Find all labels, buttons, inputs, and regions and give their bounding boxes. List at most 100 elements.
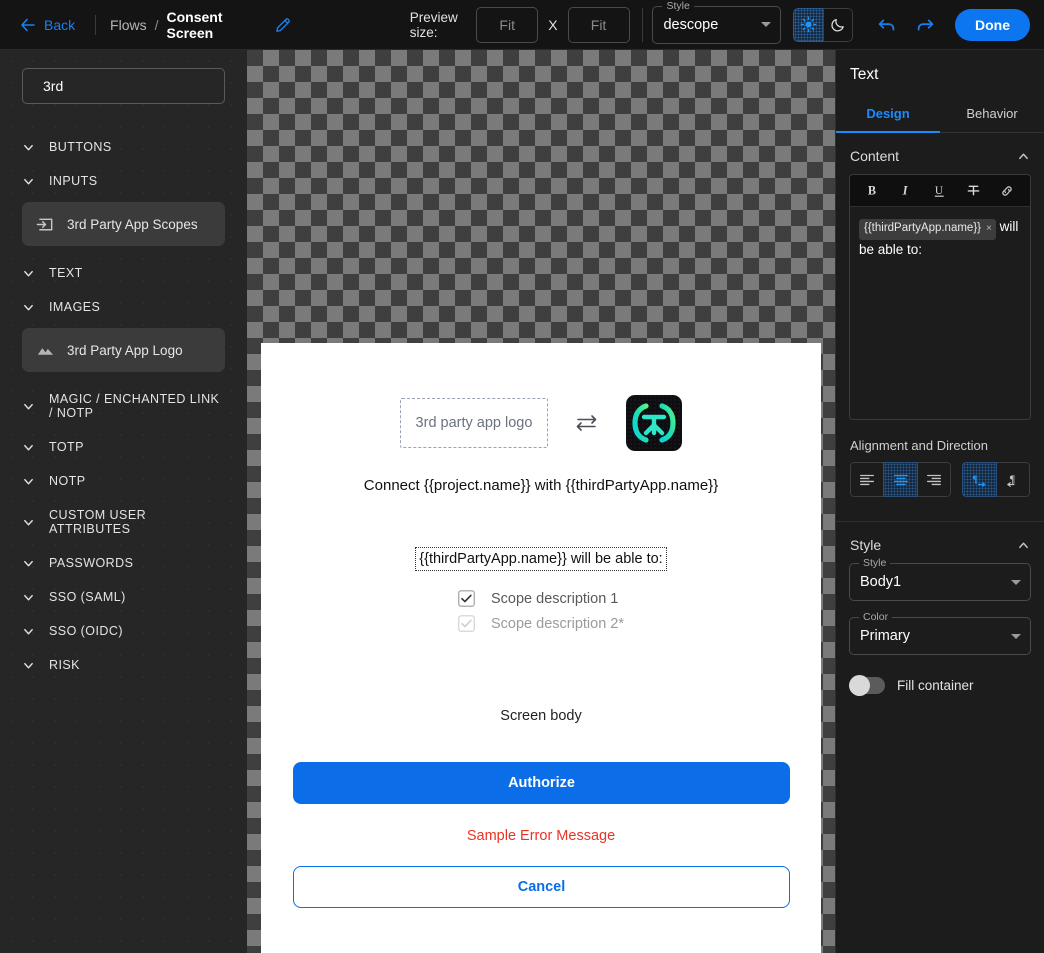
preview-width-input[interactable]	[476, 6, 539, 43]
tab-behavior[interactable]: Behavior	[940, 96, 1044, 132]
text-style-select[interactable]: Style Body1	[849, 557, 1031, 601]
light-mode-button[interactable]	[793, 7, 824, 42]
chevron-down-icon	[24, 594, 33, 600]
direction-ltr-icon: ¶	[973, 473, 986, 487]
chevron-down-icon	[24, 403, 33, 409]
text-direction-group: ¶ ¶	[962, 462, 1030, 497]
sidebar-group-label: NOTP	[49, 474, 86, 488]
toolbar-divider	[95, 14, 97, 35]
breadcrumb-flows[interactable]: Flows	[110, 17, 147, 33]
sidebar-group-header-sso-saml[interactable]: SSO (SAML)	[0, 580, 247, 614]
chip-remove-icon[interactable]: ×	[986, 221, 992, 237]
sidebar-group-label: CUSTOM USER ATTRIBUTES	[49, 508, 147, 536]
link-button[interactable]	[996, 180, 1018, 202]
undo-button[interactable]	[875, 13, 899, 37]
sidebar-item-3rd-party-app-scopes[interactable]: 3rd Party App Scopes	[22, 202, 225, 246]
sidebar-group-label: PASSWORDS	[49, 556, 134, 570]
sidebar-group-header-totp[interactable]: TOTP	[0, 430, 247, 464]
bold-button[interactable]: B	[862, 180, 884, 202]
redo-button[interactable]	[913, 13, 937, 37]
scope-label: Scope description 2*	[491, 615, 624, 632]
breadcrumb-separator: /	[154, 16, 159, 33]
svg-text:¶: ¶	[973, 473, 979, 485]
style-select[interactable]: Style descope	[652, 0, 782, 44]
scope-row[interactable]: Scope description 1	[458, 590, 624, 607]
undo-icon	[878, 19, 895, 30]
content-section-header[interactable]: Content	[836, 133, 1044, 174]
sidebar-group-header-custom-user-attributes[interactable]: CUSTOM USER ATTRIBUTES	[0, 498, 247, 546]
sidebar-group-images: IMAGES 3rd Party App Logo	[0, 290, 247, 372]
sidebar-group-passwords: PASSWORDS	[0, 546, 247, 580]
flow-editor-app: Back Flows / Consent Screen Preview size…	[0, 0, 1044, 953]
fill-container-toggle[interactable]	[849, 675, 885, 696]
dark-mode-button[interactable]	[823, 7, 853, 42]
done-button[interactable]: Done	[955, 8, 1030, 41]
direction-rtl-button[interactable]: ¶	[995, 462, 1030, 497]
align-left-icon	[860, 474, 875, 485]
preview-content: 3rd party app logo Connect {{project.nam…	[261, 343, 821, 908]
panel-title: Text	[850, 66, 879, 83]
sidebar-group-label: BUTTONS	[49, 140, 112, 154]
variable-chip[interactable]: {{thirdPartyApp.name}} ×	[859, 219, 996, 240]
preview-height-input[interactable]	[567, 6, 630, 43]
permission-heading[interactable]: {{thirdPartyApp.name}} will be able to:	[415, 547, 667, 571]
chevron-down-icon	[24, 444, 33, 450]
sidebar-group-magic-link: MAGIC / ENCHANTED LINK / NOTP	[0, 382, 247, 430]
sidebar-group-header-inputs[interactable]: INPUTS	[0, 164, 247, 198]
align-right-button[interactable]	[916, 462, 952, 497]
properties-panel: Text Design Behavior Content B I U {{thi…	[835, 50, 1044, 953]
checkbox-checked-icon[interactable]	[458, 590, 475, 607]
descope-logo-icon	[626, 395, 682, 451]
back-button[interactable]: Back	[14, 13, 81, 37]
sidebar-item-3rd-party-app-logo[interactable]: 3rd Party App Logo	[22, 328, 225, 372]
align-center-button[interactable]	[883, 462, 918, 497]
toggle-knob	[849, 675, 870, 696]
cancel-button[interactable]: Cancel	[293, 866, 790, 908]
logo-row: 3rd party app logo	[293, 395, 789, 451]
third-party-app-logo-placeholder[interactable]: 3rd party app logo	[400, 398, 548, 448]
sidebar-group-header-risk[interactable]: RISK	[0, 648, 247, 682]
direction-ltr-button[interactable]: ¶	[962, 462, 997, 497]
strikethrough-button[interactable]	[963, 180, 985, 202]
sidebar-group-header-magic-link[interactable]: MAGIC / ENCHANTED LINK / NOTP	[0, 382, 247, 430]
rich-text-toolbar: B I U	[850, 175, 1030, 207]
preview-size-label: Preview size:	[409, 9, 458, 40]
preview-canvas[interactable]: 3rd party app logo Connect {{project.nam…	[247, 50, 835, 953]
chevron-down-icon	[24, 662, 33, 668]
chevron-down-icon	[24, 628, 33, 634]
sidebar-item-label: 3rd Party App Scopes	[67, 216, 198, 232]
align-left-button[interactable]	[850, 462, 885, 497]
sidebar-group-header-passwords[interactable]: PASSWORDS	[0, 546, 247, 580]
sidebar-group-header-buttons[interactable]: BUTTONS	[0, 130, 247, 164]
sidebar-group-header-images[interactable]: IMAGES	[0, 290, 247, 324]
text-editor-area[interactable]: {{thirdPartyApp.name}} × will be able to:	[850, 207, 1030, 419]
sidebar-group-label: TEXT	[49, 266, 83, 280]
scope-row: Scope description 2*	[458, 615, 624, 632]
variable-chip-label: {{thirdPartyApp.name}}	[864, 222, 981, 234]
editor-body: BUTTONS INPUTS 3rd Party App Scopes	[0, 50, 1044, 953]
content-section-title: Content	[850, 148, 900, 164]
chevron-down-icon	[24, 270, 33, 276]
italic-button[interactable]: I	[895, 180, 917, 202]
chevron-down-icon	[761, 22, 772, 27]
sidebar-group-label: SSO (SAML)	[49, 590, 126, 604]
align-right-icon	[927, 474, 941, 485]
italic-icon: I	[902, 184, 909, 198]
text-style-value: Body1	[860, 574, 902, 590]
text-color-select[interactable]: Color Primary	[849, 611, 1031, 655]
sidebar-group-label: TOTP	[49, 440, 84, 454]
pencil-icon[interactable]	[274, 15, 292, 35]
sidebar-search[interactable]	[22, 68, 225, 104]
screen-body-text: Screen body	[500, 708, 582, 724]
sidebar-group-notp: NOTP	[0, 464, 247, 498]
text-color-value: Primary	[860, 628, 910, 644]
search-input[interactable]	[43, 78, 224, 94]
authorize-button[interactable]: Authorize	[293, 762, 790, 804]
sidebar-group-header-notp[interactable]: NOTP	[0, 464, 247, 498]
sidebar-group-header-text[interactable]: TEXT	[0, 256, 247, 290]
toolbar-divider-2	[641, 7, 643, 42]
input-box-arrow-icon	[36, 218, 53, 230]
tab-design[interactable]: Design	[836, 96, 940, 133]
underline-button[interactable]: U	[929, 180, 951, 202]
sidebar-group-header-sso-oidc[interactable]: SSO (OIDC)	[0, 614, 247, 648]
